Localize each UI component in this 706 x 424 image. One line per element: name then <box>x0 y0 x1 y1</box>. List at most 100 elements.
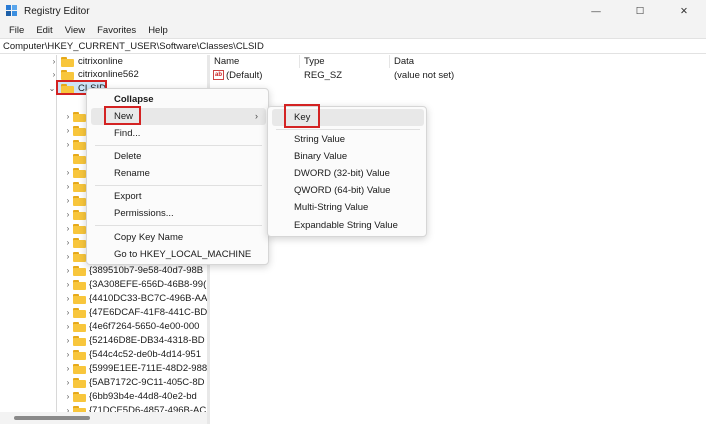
chevron-right-icon[interactable]: › <box>64 140 72 149</box>
tree-item-citrixonline[interactable]: › citrixonline <box>0 55 207 68</box>
menu-item-rename[interactable]: Rename <box>91 165 266 182</box>
chevron-right-icon[interactable]: › <box>64 238 72 247</box>
submenu-item-string-value[interactable]: String Value <box>272 131 424 148</box>
chevron-right-icon[interactable]: › <box>64 210 72 219</box>
chevron-right-icon[interactable]: › <box>64 182 72 191</box>
menu-view[interactable]: View <box>59 25 91 36</box>
close-button[interactable]: ✕ <box>662 0 706 22</box>
chevron-right-icon[interactable]: › <box>64 364 72 373</box>
chevron-right-icon[interactable]: › <box>64 224 72 233</box>
folder-icon <box>61 70 74 80</box>
column-header-name[interactable]: Name <box>210 55 300 68</box>
tree-item-guid[interactable]: › {5AB7172C-9C11-405C-8D <box>0 376 207 389</box>
value-type: REG_SZ <box>304 70 343 81</box>
window-title: Registry Editor <box>24 5 90 17</box>
menu-separator <box>95 145 262 146</box>
tree-item-label: {544c4c52-de0b-4d14-951 <box>89 349 201 360</box>
menu-item-export[interactable]: Export <box>91 188 266 205</box>
folder-icon <box>73 126 86 136</box>
folder-icon <box>73 140 86 150</box>
column-header-data[interactable]: Data <box>390 55 706 68</box>
title-bar: Registry Editor — ☐ ✕ <box>0 0 706 22</box>
list-header: Name Type Data <box>210 55 706 68</box>
chevron-right-icon[interactable]: › <box>50 57 58 66</box>
menu-favorites[interactable]: Favorites <box>91 25 142 36</box>
folder-icon <box>73 168 86 178</box>
submenu-item-expandable-string-value[interactable]: Expandable String Value <box>272 217 424 234</box>
maximize-button[interactable]: ☐ <box>618 0 662 22</box>
folder-icon <box>73 308 86 318</box>
tree-item-guid[interactable]: › {71DCE5D6-4857-496B-AC <box>0 404 207 412</box>
tree-item-guid[interactable]: › {52146D8E-DB34-4318-BD <box>0 334 207 347</box>
chevron-right-icon[interactable]: › <box>64 336 72 345</box>
chevron-right-icon[interactable]: › <box>64 252 72 261</box>
chevron-right-icon[interactable]: › <box>64 196 72 205</box>
value-name: (Default) <box>226 70 263 81</box>
chevron-right-icon[interactable]: › <box>64 112 72 121</box>
submenu-item-qword-value[interactable]: QWORD (64-bit) Value <box>272 182 424 199</box>
tree-item-guid[interactable]: › {544c4c52-de0b-4d14-951 <box>0 348 207 361</box>
chevron-right-icon[interactable]: › <box>64 126 72 135</box>
menu-item-delete[interactable]: Delete <box>91 148 266 165</box>
submenu-item-dword-value[interactable]: DWORD (32-bit) Value <box>272 165 424 182</box>
chevron-right-icon[interactable]: › <box>64 308 72 317</box>
tree-item-label: {4e6f7264-5650-4e00-000 <box>89 321 200 332</box>
minimize-button[interactable]: — <box>574 0 618 22</box>
menu-edit[interactable]: Edit <box>30 25 58 36</box>
tree-item-guid[interactable]: › {4410DC33-BC7C-496B-AA <box>0 292 207 305</box>
key-highlight-box <box>284 104 320 128</box>
folder-icon <box>73 280 86 290</box>
folder-icon <box>61 57 74 67</box>
tree-item-guid[interactable]: › {3A308EFE-656D-46B8-99( <box>0 278 207 291</box>
value-row-default[interactable]: ab (Default) REG_SZ (value not set) <box>210 69 706 82</box>
chevron-right-icon[interactable]: › <box>64 322 72 331</box>
submenu-item-multi-string-value[interactable]: Multi-String Value <box>272 199 424 216</box>
menu-help[interactable]: Help <box>142 25 174 36</box>
chevron-right-icon[interactable]: › <box>64 168 72 177</box>
scrollbar-thumb[interactable] <box>14 416 90 420</box>
tree-item-label: {47E6DCAF-41F8-441C-BD <box>89 307 207 318</box>
tree-item-guid[interactable]: › {6bb93b4e-44d8-40e2-bd <box>0 390 207 403</box>
tree-item-guid[interactable]: › {5999E1EE-711E-48D2-988 <box>0 362 207 375</box>
folder-icon <box>73 210 86 220</box>
horizontal-scrollbar[interactable] <box>0 412 207 424</box>
chevron-right-icon[interactable]: › <box>64 392 72 401</box>
chevron-right-icon[interactable]: › <box>50 70 58 79</box>
column-header-type[interactable]: Type <box>300 55 390 68</box>
menu-item-permissions[interactable]: Permissions... <box>91 205 266 222</box>
folder-icon <box>73 112 86 122</box>
menu-file[interactable]: File <box>3 25 30 36</box>
tree-item-guid[interactable]: › {389510b7-9e58-40d7-98B <box>0 264 207 277</box>
tree-item-guid[interactable]: › {47E6DCAF-41F8-441C-BD <box>0 306 207 319</box>
address-path[interactable]: Computer\HKEY_CURRENT_USER\Software\Clas… <box>3 41 264 52</box>
chevron-right-icon[interactable]: › <box>64 350 72 359</box>
folder-icon <box>73 294 86 304</box>
tree-item-label: {389510b7-9e58-40d7-98B <box>89 265 204 276</box>
tree-item-guid[interactable]: › {4e6f7264-5650-4e00-000 <box>0 320 207 333</box>
folder-icon <box>73 154 86 164</box>
menu-bar: File Edit View Favorites Help <box>0 22 706 38</box>
menu-item-goto-hklm[interactable]: Go to HKEY_LOCAL_MACHINE <box>91 246 266 263</box>
value-data: (value not set) <box>394 70 455 81</box>
chevron-down-icon[interactable]: ⌄ <box>48 84 56 93</box>
tree-item-label: citrixonline <box>78 56 123 67</box>
folder-icon <box>73 350 86 360</box>
folder-icon <box>73 196 86 206</box>
folder-icon <box>73 182 86 192</box>
menu-separator <box>276 129 420 130</box>
tree-item-label: {4410DC33-BC7C-496B-AA <box>89 293 207 304</box>
tree-item-label: {52146D8E-DB34-4318-BD <box>89 335 205 346</box>
registry-editor-icon <box>6 5 18 17</box>
folder-icon <box>73 266 86 276</box>
chevron-right-icon[interactable]: › <box>64 378 72 387</box>
address-bar[interactable]: Computer\HKEY_CURRENT_USER\Software\Clas… <box>0 38 706 54</box>
menu-item-copy-key-name[interactable]: Copy Key Name <box>91 229 266 246</box>
chevron-right-icon[interactable]: › <box>64 266 72 275</box>
submenu-item-binary-value[interactable]: Binary Value <box>272 148 424 165</box>
folder-icon <box>73 322 86 332</box>
folder-icon <box>73 224 86 234</box>
chevron-right-icon[interactable]: › <box>64 294 72 303</box>
tree-item-label: {71DCE5D6-4857-496B-AC <box>89 405 207 412</box>
chevron-right-icon[interactable]: › <box>64 280 72 289</box>
menu-item-find[interactable]: Find... <box>91 125 266 142</box>
